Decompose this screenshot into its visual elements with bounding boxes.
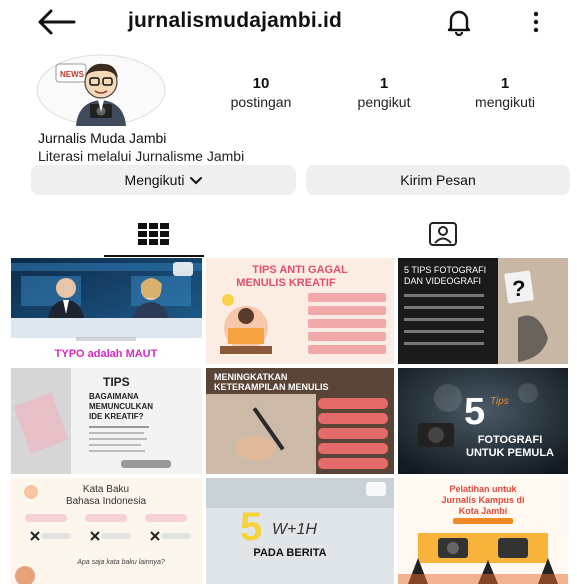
- following-button-label: Mengikuti: [124, 172, 185, 188]
- post-tips-fotografi-videografi[interactable]: 5 TIPS FOTOGRAFI DAN VIDEOGRAFI ?: [398, 258, 568, 364]
- post-6-number: 5: [464, 391, 485, 433]
- stat-posts[interactable]: 10 postingan: [218, 76, 304, 112]
- post-4-title-3: MEMUNCULKAN: [89, 402, 153, 411]
- more-vertical-icon[interactable]: [530, 9, 542, 35]
- post-4-title-2: BAGAIMANA: [89, 392, 139, 401]
- bell-icon[interactable]: [446, 8, 472, 36]
- profile-bio: Literasi melalui Jurnalisme Jambi: [38, 148, 245, 164]
- post-6-title-2: UNTUK PEMULA: [466, 447, 554, 459]
- post-3-title-2: DAN VIDEOGRAFI: [404, 276, 481, 286]
- post-3-title-1: 5 TIPS FOTOGRAFI: [404, 265, 486, 275]
- post-4-title-1: TIPS: [103, 375, 130, 389]
- post-typo-adalah-maut[interactable]: TYPO adalah MAUT: [11, 258, 202, 364]
- post-fotografi-untuk-pemula[interactable]: 5 Tips FOTOGRAFI UNTUK PEMULA: [398, 368, 568, 474]
- svg-text:?: ?: [512, 276, 525, 301]
- post-8-formula: W+1H: [272, 521, 317, 538]
- post-2-title-2: MENULIS KREATIF: [236, 277, 336, 289]
- stat-posts-label: postingan: [230, 94, 292, 110]
- post-6-title-1: FOTOGRAFI: [478, 434, 543, 446]
- post-7-title-2: Bahasa Indonesia: [66, 496, 147, 507]
- tab-tagged[interactable]: [393, 215, 493, 255]
- profile-handle: jurnalismudajambi.id: [128, 9, 343, 32]
- arrow-left-icon[interactable]: [36, 8, 76, 36]
- post-4-title-4: IDE KREATIF?: [89, 412, 144, 421]
- post-9-title-1: Pelatihan untuk: [449, 484, 517, 494]
- profile-name: Jurnalis Muda Jambi: [38, 130, 167, 146]
- post-pelatihan-jurnalis[interactable]: Pelatihan untuk Jurnalis Kampus di Kota …: [398, 478, 568, 584]
- post-7-caption: Apa saja kata baku lainnya?: [76, 559, 165, 566]
- post-8-title: PADA BERITA: [253, 547, 326, 559]
- active-tab-indicator: [104, 255, 204, 257]
- tagged-person-icon: [429, 222, 457, 246]
- chevron-down-icon: [190, 177, 203, 185]
- post-2-title-1: TIPS ANTI GAGAL: [252, 264, 348, 276]
- stat-following-value: 1: [500, 75, 510, 92]
- following-button[interactable]: Mengikuti: [31, 165, 296, 195]
- tab-posts-grid[interactable]: [104, 215, 204, 255]
- post-tips-ide-kreatif[interactable]: TIPS BAGAIMANA MEMUNCULKAN IDE KREATIF?: [11, 368, 202, 474]
- post-8-number: 5: [240, 505, 262, 549]
- stat-following-label: mengikuti: [475, 94, 535, 110]
- post-6-tips: Tips: [490, 396, 509, 407]
- post-5-title-1: MENINGKATKAN: [214, 372, 287, 382]
- post-9-title-2: Jurnalis Kampus di: [441, 495, 524, 505]
- stat-followers-value: 1: [379, 75, 389, 92]
- send-message-label: Kirim Pesan: [400, 172, 476, 188]
- post-keterampilan-menulis[interactable]: MENINGKATKAN KETERAMPILAN MENULIS: [206, 368, 394, 474]
- grid-icon: [138, 223, 169, 245]
- avatar[interactable]: NEWS: [36, 54, 166, 126]
- send-message-button[interactable]: Kirim Pesan: [306, 165, 570, 195]
- stat-following[interactable]: 1 mengikuti: [462, 76, 548, 112]
- top-bar: jurnalismudajambi.id: [0, 0, 577, 44]
- post-7-title-1: Kata Baku: [83, 484, 129, 495]
- post-5-title-2: KETERAMPILAN MENULIS: [214, 382, 329, 392]
- svg-text:NEWS: NEWS: [60, 70, 85, 79]
- stat-posts-value: 10: [252, 75, 270, 92]
- post-tips-menulis-kreatif[interactable]: TIPS ANTI GAGAL MENULIS KREATIF: [206, 258, 394, 364]
- post-5w1h-berita[interactable]: 5 W+1H PADA BERITA: [206, 478, 394, 584]
- stat-followers-label: pengikut: [357, 94, 411, 110]
- stat-followers[interactable]: 1 pengikut: [346, 76, 422, 112]
- post-kata-baku[interactable]: Kata Baku Bahasa Indonesia Apa saja kata…: [11, 478, 202, 584]
- post-9-title-3: Kota Jambi: [459, 506, 508, 516]
- post-1-caption: TYPO adalah MAUT: [55, 348, 158, 360]
